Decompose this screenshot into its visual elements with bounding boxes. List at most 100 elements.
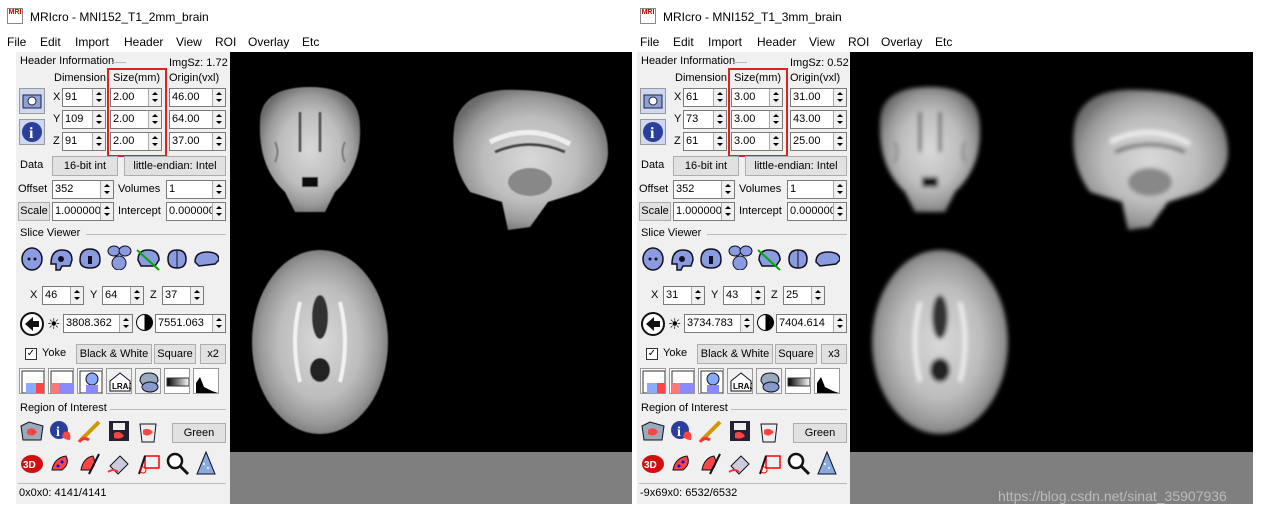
zoom-button[interactable]: x3 xyxy=(821,344,847,364)
min-intensity-input[interactable]: 3808.362 xyxy=(63,314,133,333)
volumes-input[interactable]: 1 xyxy=(787,180,847,199)
multiplanar-view-icon[interactable] xyxy=(106,244,132,270)
image-viewer[interactable] xyxy=(230,52,632,452)
dimension-x-input[interactable]: 61 xyxy=(683,88,727,107)
roi-info-icon[interactable]: i xyxy=(48,418,74,444)
axial-view-icon[interactable] xyxy=(640,246,666,272)
dimension-y-input[interactable]: 109 xyxy=(62,110,106,129)
sagittal-view-icon[interactable] xyxy=(48,246,74,272)
overlay-split-icon[interactable] xyxy=(19,368,45,394)
oblique-view-icon[interactable] xyxy=(135,246,161,272)
origin-z-input[interactable]: 25.00 xyxy=(790,132,847,151)
render-view-icon[interactable] xyxy=(785,246,811,272)
overlay-mask-icon[interactable] xyxy=(698,368,724,394)
image-viewer[interactable] xyxy=(850,52,1253,452)
coronal-view-icon[interactable] xyxy=(698,246,724,272)
dimension-z-input[interactable]: 61 xyxy=(683,132,727,151)
roi-open-icon[interactable] xyxy=(19,418,45,444)
slice-z-input[interactable]: 37 xyxy=(162,286,204,305)
scale-button[interactable]: Scale xyxy=(639,202,671,221)
origin-z-input[interactable]: 37.00 xyxy=(169,132,226,151)
histogram-icon[interactable] xyxy=(814,368,840,394)
reset-contrast-icon[interactable] xyxy=(640,311,666,337)
oblique-view-icon[interactable] xyxy=(756,246,782,272)
roi-color-button[interactable]: Green xyxy=(793,423,847,443)
roi-fill-icon[interactable] xyxy=(669,450,695,476)
menu-view[interactable]: View xyxy=(809,35,835,49)
menu-roi[interactable]: ROI xyxy=(215,35,236,49)
slice-z-input[interactable]: 25 xyxy=(783,286,825,305)
overlay-split-icon[interactable] xyxy=(640,368,666,394)
wizard-hat-icon[interactable] xyxy=(193,450,219,476)
label-slices-icon[interactable]: LRAJ xyxy=(727,368,753,394)
color-scale-icon[interactable] xyxy=(785,368,811,394)
origin-x-input[interactable]: 46.00 xyxy=(169,88,226,107)
menu-view[interactable]: View xyxy=(176,35,202,49)
render-surface-icon[interactable] xyxy=(756,368,782,394)
offset-input[interactable]: 352 xyxy=(673,180,735,199)
scale-input[interactable]: 1.000000 xyxy=(673,202,735,221)
max-intensity-input[interactable]: 7551.063 xyxy=(155,314,226,333)
data-type-button[interactable]: 16-bit int xyxy=(52,156,118,176)
zoom-button[interactable]: x2 xyxy=(200,344,226,364)
menu-edit[interactable]: Edit xyxy=(40,35,61,49)
menu-header[interactable]: Header xyxy=(757,35,796,49)
surface-view-icon[interactable] xyxy=(814,246,840,272)
roi-color-button[interactable]: Green xyxy=(172,423,226,443)
offset-input[interactable]: 352 xyxy=(52,180,114,199)
origin-y-input[interactable]: 64.00 xyxy=(169,110,226,129)
render-surface-icon[interactable] xyxy=(135,368,161,394)
slice-x-input[interactable]: 31 xyxy=(663,286,705,305)
roi-delete-icon[interactable] xyxy=(756,418,782,444)
endian-button[interactable]: little-endian: Intel xyxy=(745,156,847,176)
slice-x-input[interactable]: 46 xyxy=(42,286,84,305)
dimension-x-input[interactable]: 91 xyxy=(62,88,106,107)
histogram-icon[interactable] xyxy=(193,368,219,394)
menu-roi[interactable]: ROI xyxy=(848,35,869,49)
roi-info-icon[interactable]: i xyxy=(669,418,695,444)
roi-rect-icon[interactable] xyxy=(756,450,782,476)
roi-pen-icon[interactable] xyxy=(698,418,724,444)
roi-fill-icon[interactable] xyxy=(48,450,74,476)
slice-y-input[interactable]: 43 xyxy=(723,286,765,305)
roi-rect-icon[interactable] xyxy=(135,450,161,476)
roi-open-icon[interactable] xyxy=(640,418,666,444)
roi-erase-icon[interactable] xyxy=(106,450,132,476)
info-icon[interactable]: i xyxy=(640,119,666,145)
menu-header[interactable]: Header xyxy=(124,35,163,49)
render-3d-icon[interactable]: 3D xyxy=(19,450,45,476)
open-scan-icon[interactable] xyxy=(640,88,666,114)
zoom-magnifier-icon[interactable] xyxy=(164,450,190,476)
reset-contrast-icon[interactable] xyxy=(19,311,45,337)
min-intensity-input[interactable]: 3734.783 xyxy=(684,314,754,333)
menu-edit[interactable]: Edit xyxy=(673,35,694,49)
wizard-hat-icon[interactable] xyxy=(814,450,840,476)
lut-button[interactable]: Black & White xyxy=(76,344,152,364)
info-icon[interactable]: i xyxy=(19,119,45,145)
menu-overlay[interactable]: Overlay xyxy=(248,35,289,49)
menu-import[interactable]: Import xyxy=(708,35,742,49)
dimension-y-input[interactable]: 73 xyxy=(683,110,727,129)
scale-button[interactable]: Scale xyxy=(18,202,50,221)
scale-input[interactable]: 1.000000 xyxy=(52,202,114,221)
roi-save-icon[interactable] xyxy=(106,418,132,444)
menu-overlay[interactable]: Overlay xyxy=(881,35,922,49)
roi-draw-icon[interactable] xyxy=(77,450,103,476)
origin-x-input[interactable]: 31.00 xyxy=(790,88,847,107)
coronal-view-icon[interactable] xyxy=(77,246,103,272)
menu-file[interactable]: File xyxy=(7,35,26,49)
menu-file[interactable]: File xyxy=(640,35,659,49)
origin-y-input[interactable]: 43.00 xyxy=(790,110,847,129)
sagittal-view-icon[interactable] xyxy=(669,246,695,272)
menu-etc[interactable]: Etc xyxy=(935,35,952,49)
intercept-input[interactable]: 0.000000 xyxy=(166,202,226,221)
square-button[interactable]: Square xyxy=(775,344,817,364)
volumes-input[interactable]: 1 xyxy=(166,180,226,199)
zoom-magnifier-icon[interactable] xyxy=(785,450,811,476)
roi-delete-icon[interactable] xyxy=(135,418,161,444)
overlay-blend-icon[interactable] xyxy=(669,368,695,394)
roi-save-icon[interactable] xyxy=(727,418,753,444)
yoke-checkbox[interactable]: ✓ xyxy=(646,348,658,360)
menu-import[interactable]: Import xyxy=(75,35,109,49)
lut-button[interactable]: Black & White xyxy=(697,344,773,364)
